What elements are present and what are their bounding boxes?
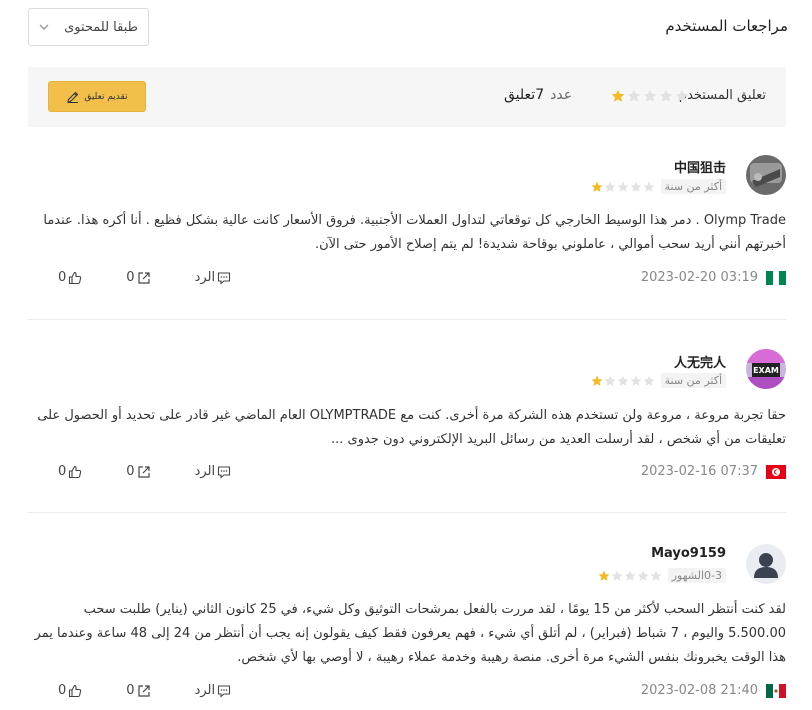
like-count: 0	[58, 683, 67, 698]
review-count-value: 7تعليق	[504, 87, 545, 103]
svg-text:EXAM: EXAM	[753, 366, 779, 375]
rating-summary: تعليق المستخدم عدد 7تعليق تقديم تعليق	[28, 67, 786, 127]
review-rating-stars	[591, 181, 655, 193]
reply-label: الرد	[194, 270, 216, 285]
username[interactable]: Mayo9159	[651, 546, 726, 561]
star-empty-icon	[630, 181, 642, 192]
review-item: Mayo9159 0-3الشهور لقد كنت أنتظر السحب ل…	[28, 513, 786, 710]
review-meta: أكثر من سنة	[591, 179, 726, 194]
review-date-row: 2023-02-08 21:40	[641, 683, 786, 698]
comment-icon	[218, 684, 231, 698]
like-button[interactable]: 0	[58, 683, 82, 698]
share-count: 0	[126, 464, 135, 479]
summary-title: تعليق المستخدم	[679, 88, 766, 103]
star-empty-icon	[624, 570, 636, 581]
review-date: 2023-02-20 03:19	[640, 270, 758, 285]
star-filled-icon	[591, 375, 603, 386]
star-empty-icon	[643, 375, 655, 386]
star-empty-icon	[643, 181, 655, 192]
review-date: 2023-02-16 07:37	[640, 464, 758, 479]
chevron-down-icon	[39, 24, 49, 30]
like-count: 0	[58, 270, 67, 285]
review-item: EXAM 人无完人 أكثر من سنة حقا تجربة مروعة ، …	[28, 320, 786, 513]
review-item: 中国狙击 أكثر من سنة Olymp Trade . دمر هذا ا…	[28, 127, 786, 320]
share-count: 0	[126, 270, 135, 285]
star-empty-icon	[659, 89, 673, 102]
review-count-label: عدد	[550, 87, 573, 103]
review-date-row: 2023-02-16 07:37	[641, 464, 786, 479]
nigeria-flag-icon	[766, 270, 786, 285]
share-icon	[137, 271, 150, 284]
review-actions: 0 0 الرد	[58, 270, 231, 285]
star-empty-icon	[604, 375, 616, 386]
share-button[interactable]: 0	[126, 464, 150, 479]
sort-dropdown[interactable]: طبقا للمحتوى	[28, 8, 149, 46]
avatar[interactable]	[746, 544, 786, 584]
account-age-badge: أكثر من سنة	[660, 179, 726, 194]
share-icon	[137, 684, 150, 697]
reply-label: الرد	[194, 464, 216, 479]
thumbs-up-icon	[69, 684, 82, 697]
like-button[interactable]: 0	[58, 464, 82, 479]
star-empty-icon	[637, 570, 649, 581]
review-meta: أكثر من سنة	[591, 373, 726, 388]
review-date: 2023-02-08 21:40	[640, 683, 758, 698]
star-empty-icon	[617, 375, 629, 386]
avatar[interactable]	[746, 155, 786, 195]
review-count: عدد 7تعليق	[504, 87, 572, 103]
star-empty-icon	[604, 181, 616, 192]
star-empty-icon	[650, 570, 662, 581]
avatar[interactable]: EXAM	[746, 349, 786, 389]
star-empty-icon	[611, 570, 623, 581]
page-title: مراجعات المستخدم	[665, 17, 788, 35]
comment-icon	[218, 271, 231, 285]
account-age-badge: 0-3الشهور	[667, 568, 726, 583]
username[interactable]: 中国狙击	[674, 157, 726, 176]
like-count: 0	[58, 464, 67, 479]
share-count: 0	[126, 683, 135, 698]
review-rating-stars	[591, 375, 655, 387]
star-empty-icon	[617, 181, 629, 192]
username[interactable]: 人无完人	[674, 352, 726, 371]
sort-dropdown-value: طبقا للمحتوى	[64, 19, 138, 35]
review-date-row: 2023-02-20 03:19	[641, 270, 786, 285]
share-button[interactable]: 0	[126, 683, 150, 698]
star-filled-icon	[611, 89, 625, 102]
comment-icon	[218, 465, 231, 479]
reply-button[interactable]: الرد	[195, 270, 232, 285]
submit-review-label: تقديم تعليق	[84, 91, 128, 102]
share-icon	[137, 465, 150, 478]
review-text: لقد كنت أنتظر السحب لأكثر من 15 يومًا ، …	[34, 602, 786, 665]
mexico-flag-icon	[766, 683, 786, 698]
account-age-badge: أكثر من سنة	[660, 373, 726, 388]
star-filled-icon	[591, 181, 603, 192]
review-actions: 0 0 الرد	[58, 683, 231, 698]
review-rating-stars	[598, 570, 662, 582]
star-empty-icon	[630, 375, 642, 386]
reply-button[interactable]: الرد	[195, 464, 232, 479]
tunisia-flag-icon	[766, 464, 786, 479]
thumbs-up-icon	[69, 465, 82, 478]
reviews-header: مراجعات المستخدم طبقا للمحتوى	[0, 0, 812, 60]
summary-rating-stars	[611, 89, 689, 103]
reply-label: الرد	[194, 683, 216, 698]
star-empty-icon	[627, 89, 641, 102]
edit-icon	[67, 91, 79, 103]
star-empty-icon	[675, 89, 689, 102]
share-button[interactable]: 0	[126, 270, 150, 285]
star-filled-icon	[598, 570, 610, 581]
review-actions: 0 0 الرد	[58, 464, 231, 479]
like-button[interactable]: 0	[58, 270, 82, 285]
review-text: Olymp Trade . دمر هذا الوسيط الخارجي كل …	[43, 213, 786, 252]
star-empty-icon	[643, 89, 657, 102]
review-text: حقا تجربة مروعة ، مروعة ولن تستخدم هذه ا…	[37, 408, 786, 447]
review-meta: 0-3الشهور	[598, 568, 726, 583]
submit-review-button[interactable]: تقديم تعليق	[48, 81, 146, 112]
reply-button[interactable]: الرد	[195, 683, 232, 698]
thumbs-up-icon	[69, 271, 82, 284]
